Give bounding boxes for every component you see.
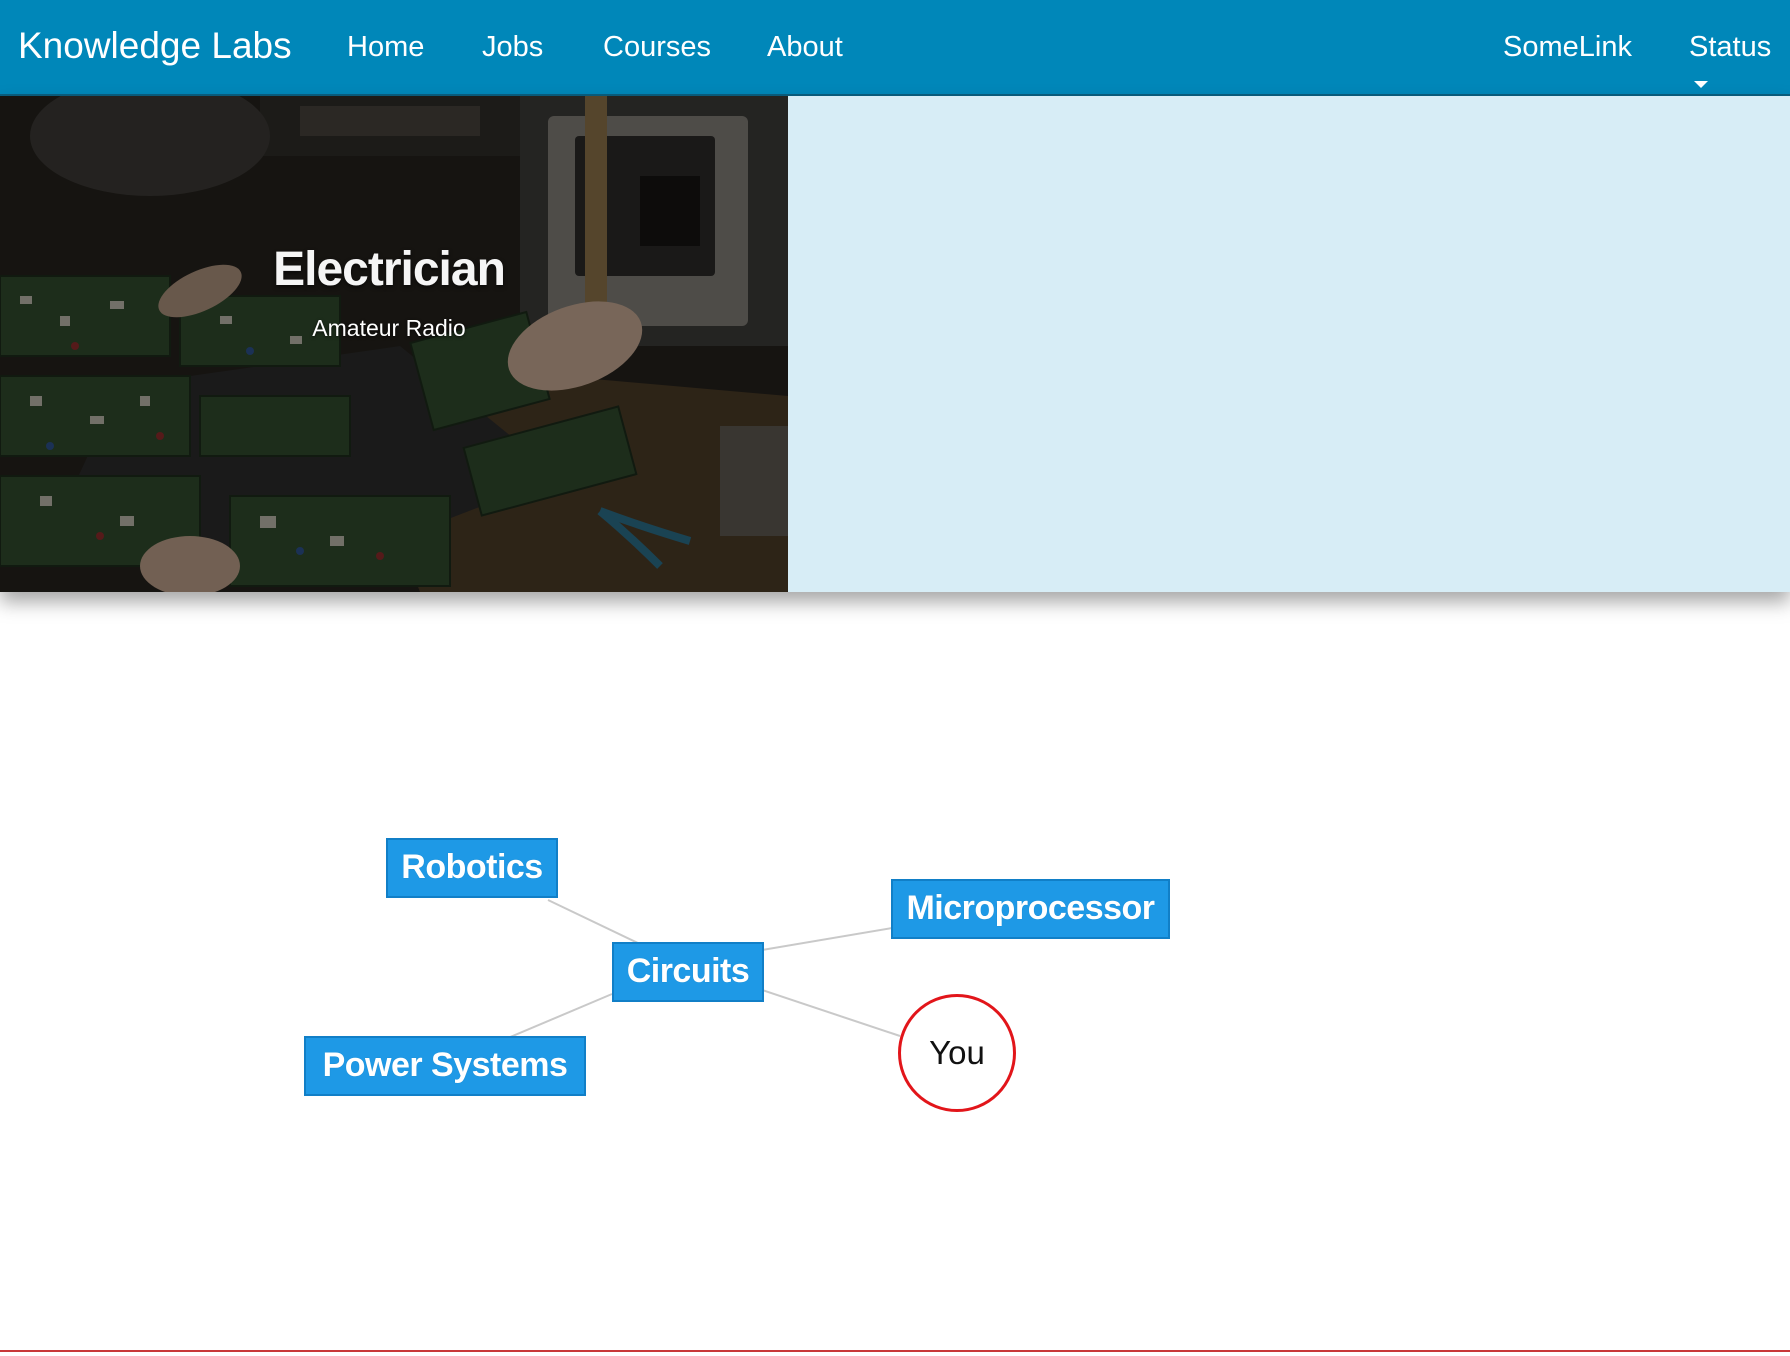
edge-robotics-circuits [547,899,641,945]
hero-banner: Electrician Amateur Radio [0,96,1790,592]
hero-info-panel [788,96,1790,592]
skill-graph: Robotics Circuits Microprocessor Power S… [0,600,1790,1240]
node-robotics[interactable]: Robotics [386,838,558,898]
page-title: Electrician [273,243,506,296]
nav-home[interactable]: Home [347,29,424,65]
edge-circuits-you [761,989,901,1037]
status-dropdown[interactable]: Status [1689,29,1790,101]
status-dropdown-label: Status [1689,31,1772,63]
page-subtitle: Amateur Radio [312,315,466,341]
nav-about[interactable]: About [767,29,843,65]
node-you[interactable]: You [898,994,1016,1112]
nav-jobs[interactable]: Jobs [482,29,543,65]
caret-down-icon [1694,80,1708,88]
navbar: Knowledge Labs Home Jobs Courses About S… [0,0,1790,96]
node-circuits[interactable]: Circuits [612,942,764,1002]
hero-image: Electrician Amateur Radio [0,96,788,592]
nav-courses[interactable]: Courses [603,29,711,65]
nav-somelink[interactable]: SomeLink [1503,29,1632,65]
divider [0,1350,1790,1352]
node-microprocessor[interactable]: Microprocessor [891,879,1170,939]
brand-logo[interactable]: Knowledge Labs [18,24,292,68]
node-power-systems[interactable]: Power Systems [304,1036,586,1096]
electronics-workbench-photo [0,96,788,592]
edge-circuits-microprocessor [761,927,893,951]
edge-circuits-power-systems [507,993,613,1039]
